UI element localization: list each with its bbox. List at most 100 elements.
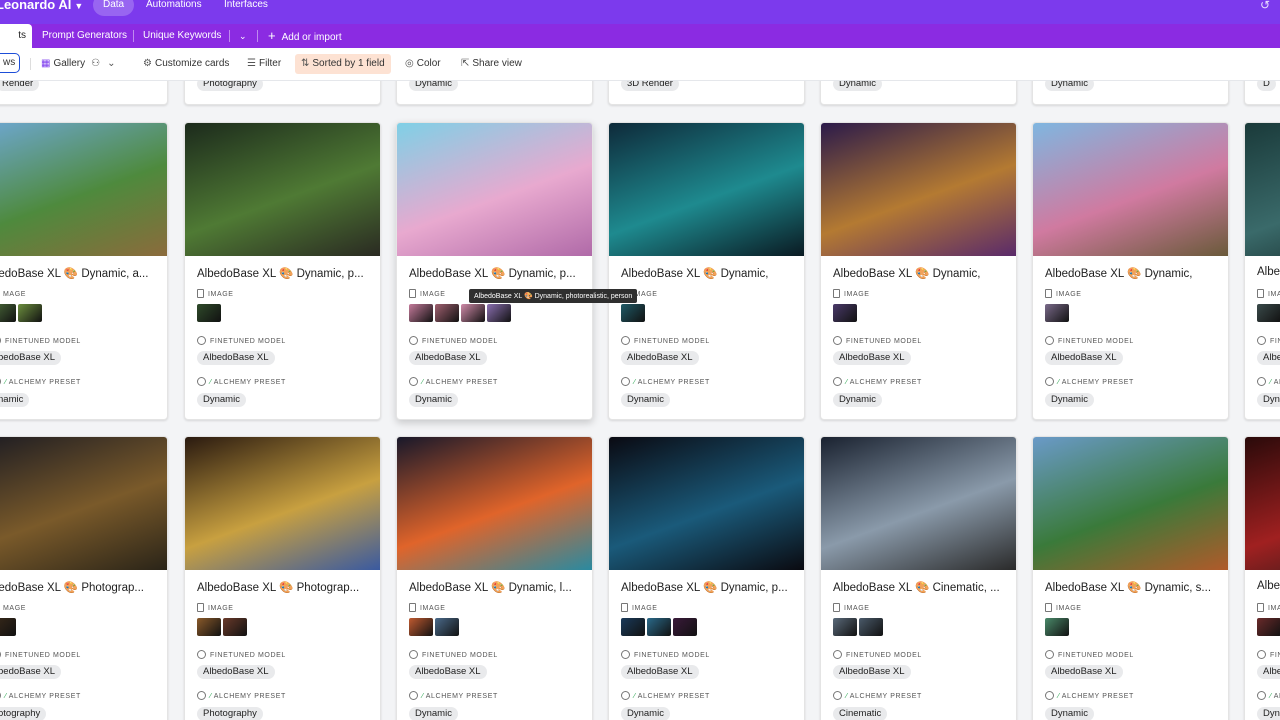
image-attachments[interactable] [621, 618, 699, 636]
attachment-thumbnail[interactable] [647, 618, 671, 636]
gallery-card[interactable]: AlbedoBase XL 🎨 Dynamic, p... IMAGE FINETU… [608, 436, 805, 720]
color-button[interactable]: ◎ Color [405, 54, 441, 74]
cover-image[interactable] [1245, 437, 1280, 570]
cover-image[interactable] [397, 437, 592, 570]
gallery-card[interactable]: Dynamic [396, 81, 593, 105]
add-import-button[interactable]: + Add or import [268, 24, 342, 48]
gallery-card[interactable]: AlbedoBase XL 🎨 Cinematic, ... IMAGE FINET… [820, 436, 1017, 720]
cover-image[interactable] [609, 123, 804, 256]
gallery-card[interactable]: AlbedoBase XL 🎨 Dynamic, IMAGE FINETUNED M… [608, 122, 805, 420]
nav-data[interactable]: Data [93, 0, 135, 16]
attachment-thumbnail[interactable] [673, 618, 697, 636]
gallery-card[interactable]: AlbedoBase XL 🎨 Dynamic, p... IMAGE FINETU… [396, 122, 593, 420]
image-attachments[interactable] [197, 304, 223, 322]
gallery-card[interactable]: AlbedoBase XL 🎨 Dynamic, p... IMAGE FINETU… [184, 122, 381, 420]
cover-image[interactable] [821, 437, 1016, 570]
gallery-card[interactable]: Dynamic [1032, 81, 1229, 105]
gallery-card[interactable]: D [1244, 81, 1280, 105]
attachment-thumbnail[interactable] [197, 304, 221, 322]
image-attachments[interactable] [1045, 618, 1071, 636]
cover-image[interactable] [397, 123, 592, 256]
leaf-icon: ⁄ [1058, 693, 1060, 700]
gallery-card[interactable]: AlbedoBase XL 🎨 Photograp... IMAGE FINETUN… [184, 436, 381, 720]
attachment-thumbnail[interactable] [409, 618, 433, 636]
gallery-card[interactable]: AlbedoBase XL 🎨 Dynamic, IMAGE FINETUNED M… [820, 122, 1017, 420]
attachment-thumbnail[interactable] [621, 304, 645, 322]
views-button[interactable]: ws [0, 53, 21, 73]
attachment-thumbnail[interactable] [18, 304, 42, 322]
image-attachments[interactable] [833, 304, 859, 322]
attachment-thumbnail[interactable] [1257, 618, 1280, 636]
cover-image[interactable] [821, 123, 1016, 256]
gallery-card[interactable]: Albe IMAGE FINETUNED MODEL Albe ⁄ALCHEMY PRE… [1244, 122, 1280, 420]
field-label-text: FINETUNED MODEL [1058, 338, 1134, 345]
image-attachments[interactable] [1257, 618, 1280, 636]
cover-image[interactable] [1033, 123, 1228, 256]
image-attachments[interactable] [1257, 304, 1280, 322]
attachment-thumbnail[interactable] [197, 618, 221, 636]
gallery-card[interactable]: bedoBase XL 🎨 Dynamic, a... MAGE FINETUNED… [0, 122, 168, 420]
image-attachments[interactable] [409, 304, 513, 322]
gallery-card[interactable]: Dynamic [820, 81, 1017, 105]
history-icon[interactable]: ↺ [1260, 0, 1270, 12]
view-switcher[interactable]: ▦ Gallery ⚇ ⌄ [41, 54, 119, 74]
cover-image[interactable] [609, 437, 804, 570]
nav-automations[interactable]: Automations [136, 0, 212, 16]
field-label-text: ALCHEMY PRESET [637, 693, 710, 700]
attachment-thumbnail[interactable] [0, 304, 16, 322]
attachment-thumbnail[interactable] [487, 304, 511, 322]
chevron-down-icon[interactable]: ⌄ [239, 24, 247, 48]
gallery-card[interactable]: 3D Render [608, 81, 805, 105]
attachment-thumbnail[interactable] [435, 304, 459, 322]
gallery-card[interactable]: AlbedoBase XL 🎨 Dynamic, IMAGE FINETUNED M… [1032, 122, 1229, 420]
attachment-thumbnail[interactable] [0, 618, 16, 636]
image-attachments[interactable] [833, 618, 885, 636]
tab-current[interactable]: ts [0, 24, 32, 48]
chevron-circle-icon [833, 336, 842, 345]
cover-image[interactable] [1033, 437, 1228, 570]
gallery-card[interactable]: bedoBase XL 🎨 Photograp... MAGE FINETUNED … [0, 436, 168, 720]
leaf-icon: ⁄ [1270, 379, 1272, 386]
image-attachments[interactable] [197, 618, 249, 636]
image-attachments[interactable] [621, 304, 647, 322]
attachment-thumbnail[interactable] [833, 618, 857, 636]
attachment-thumbnail[interactable] [1045, 304, 1069, 322]
attachment-thumbnail[interactable] [223, 618, 247, 636]
cover-image[interactable] [0, 123, 167, 256]
attachment-thumbnail[interactable] [1257, 304, 1280, 322]
share-view-button[interactable]: ⇱ Share view [461, 54, 522, 74]
field-label-text: ALCHEMY PRESET [1273, 379, 1280, 386]
image-attachments[interactable] [1045, 304, 1071, 322]
cover-image[interactable] [1245, 123, 1280, 256]
attachment-thumbnail[interactable] [435, 618, 459, 636]
card-title: AlbedoBase XL 🎨 Dynamic, l... [409, 582, 572, 594]
customize-cards-button[interactable]: ⚙ Customize cards [143, 54, 229, 74]
attachment-thumbnail[interactable] [621, 618, 645, 636]
gallery-card[interactable]: AlbedoBase XL 🎨 Dynamic, l... IMAGE FINETU… [396, 436, 593, 720]
sort-button[interactable]: ⇅ Sorted by 1 field [295, 54, 391, 74]
model-tag: AlbedoBase XL [1045, 351, 1123, 365]
gallery-card[interactable]: AlbedoBase XL 🎨 Dynamic, s... IMAGE FINETU… [1032, 436, 1229, 720]
tab-prompt-generators[interactable]: Prompt Generators [42, 24, 127, 48]
card-title: AlbedoBase XL 🎨 Dynamic, [833, 268, 981, 280]
leaf-icon: ⁄ [846, 693, 848, 700]
nav-interfaces[interactable]: Interfaces [214, 0, 278, 16]
attachment-thumbnail[interactable] [461, 304, 485, 322]
gallery-card[interactable]: Render [0, 81, 168, 105]
preset-field-label: ⁄ALCHEMY PRESET [833, 691, 922, 700]
attachment-thumbnail[interactable] [859, 618, 883, 636]
attachment-thumbnail[interactable] [833, 304, 857, 322]
cover-image[interactable] [185, 437, 380, 570]
image-attachments[interactable] [409, 618, 461, 636]
cover-image[interactable] [185, 123, 380, 256]
image-attachments[interactable] [0, 304, 44, 322]
attachment-thumbnail[interactable] [1045, 618, 1069, 636]
base-title[interactable]: Leonardo AI ▼ [0, 0, 83, 12]
gallery-card[interactable]: Photography [184, 81, 381, 105]
tab-unique-keywords[interactable]: Unique Keywords [143, 24, 221, 48]
gallery-card[interactable]: Albe IMAGE FINETUNED MODEL Albe ⁄ALCHEMY PRE… [1244, 436, 1280, 720]
cover-image[interactable] [0, 437, 167, 570]
attachment-thumbnail[interactable] [409, 304, 433, 322]
image-attachments[interactable] [0, 618, 18, 636]
filter-button[interactable]: ☰ Filter [247, 54, 281, 74]
